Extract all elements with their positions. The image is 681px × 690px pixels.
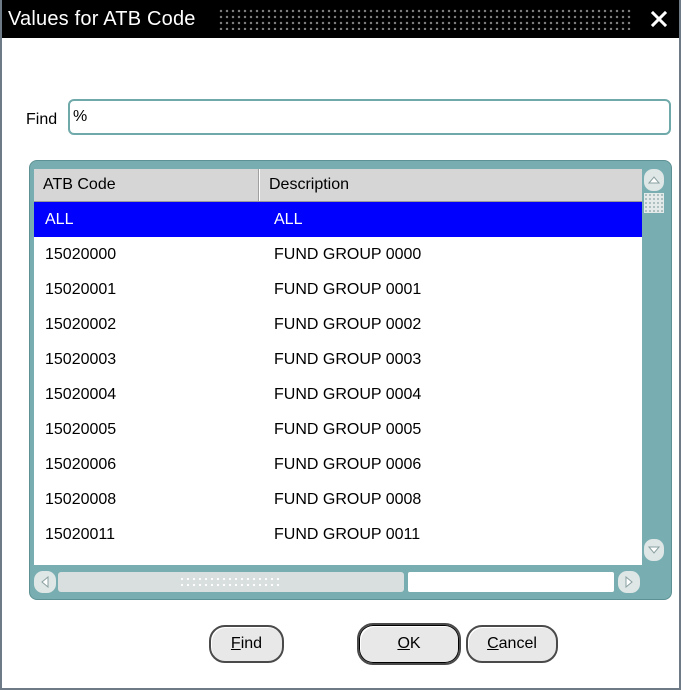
results-grid: ATB Code Description ALL ALL 15020000 FU…: [34, 169, 642, 565]
cell-description: FUND GROUP 0003: [274, 351, 422, 368]
scroll-up-arrow-icon[interactable]: [644, 169, 664, 191]
horizontal-scroll-track[interactable]: [34, 571, 642, 593]
table-row[interactable]: 15020003 FUND GROUP 0003: [34, 342, 642, 377]
cell-description: FUND GROUP 0006: [274, 456, 422, 473]
lov-dialog: Values for ATB Code Find ATB Code Descri…: [0, 0, 681, 690]
grid-header: ATB Code Description: [34, 169, 642, 202]
cell-description: ALL: [274, 211, 303, 228]
scroll-grip: [179, 576, 283, 588]
grid-rows: ALL ALL 15020000 FUND GROUP 0000 1502000…: [34, 202, 642, 552]
close-icon[interactable]: [645, 5, 673, 33]
cell-description: FUND GROUP 0005: [274, 421, 422, 438]
find-button-mnemonic: F: [230, 635, 241, 652]
cancel-button-label: ancel: [498, 635, 537, 652]
find-button[interactable]: Find: [209, 625, 284, 663]
column-header-description[interactable]: Description: [260, 169, 642, 201]
find-label: Find: [26, 111, 58, 128]
find-button-label: ind: [240, 635, 263, 652]
vertical-scroll-thumb[interactable]: [644, 193, 664, 213]
vertical-scrollbar[interactable]: [642, 169, 666, 565]
cell-atb-code: ALL: [45, 211, 74, 228]
cancel-button[interactable]: Cancel: [466, 625, 558, 663]
cancel-button-mnemonic: C: [487, 635, 499, 652]
ok-button[interactable]: OK: [357, 623, 461, 665]
table-row[interactable]: 15020005 FUND GROUP 0005: [34, 412, 642, 447]
cell-atb-code: 15020001: [45, 281, 117, 298]
column-header-atb-code[interactable]: ATB Code: [34, 169, 260, 201]
cell-description: FUND GROUP 0001: [274, 281, 422, 298]
cell-description: FUND GROUP 0008: [274, 491, 422, 508]
results-panel: ATB Code Description ALL ALL 15020000 FU…: [29, 160, 672, 600]
cell-atb-code: 15020006: [45, 456, 117, 473]
horizontal-scroll-track-empty[interactable]: [408, 572, 614, 592]
cell-description: FUND GROUP 0011: [274, 526, 421, 543]
cell-description: FUND GROUP 0000: [274, 246, 422, 263]
table-row[interactable]: 15020008 FUND GROUP 0008: [34, 482, 642, 517]
find-input[interactable]: [68, 99, 671, 135]
horizontal-scroll-thumb[interactable]: [58, 572, 404, 592]
window-title: Values for ATB Code: [8, 7, 196, 30]
ok-button-mnemonic: O: [397, 635, 410, 652]
cell-atb-code: 15020008: [45, 491, 117, 508]
ok-button-label: K: [409, 635, 421, 652]
cell-description: FUND GROUP 0004: [274, 386, 422, 403]
table-row[interactable]: 15020011 FUND GROUP 0011: [34, 517, 642, 552]
table-row[interactable]: 15020006 FUND GROUP 0006: [34, 447, 642, 482]
cell-description: FUND GROUP 0002: [274, 316, 422, 333]
cell-atb-code: 15020004: [45, 386, 117, 403]
cell-atb-code: 15020002: [45, 316, 117, 333]
table-row[interactable]: 15020000 FUND GROUP 0000: [34, 237, 642, 272]
scroll-right-arrow-icon[interactable]: [618, 571, 640, 593]
table-row[interactable]: 15020002 FUND GROUP 0002: [34, 307, 642, 342]
cell-atb-code: 15020011: [45, 526, 115, 543]
title-bar-grip: [217, 8, 631, 30]
horizontal-scrollbar[interactable]: [34, 571, 642, 593]
table-row[interactable]: 15020004 FUND GROUP 0004: [34, 377, 642, 412]
title-bar[interactable]: Values for ATB Code: [2, 0, 679, 38]
table-row-selected[interactable]: ALL ALL: [34, 202, 642, 237]
scroll-down-arrow-icon[interactable]: [644, 539, 664, 561]
table-row[interactable]: 15020001 FUND GROUP 0001: [34, 272, 642, 307]
cell-atb-code: 15020000: [45, 246, 117, 263]
scroll-left-arrow-icon[interactable]: [34, 571, 56, 593]
cell-atb-code: 15020005: [45, 421, 117, 438]
cell-atb-code: 15020003: [45, 351, 117, 368]
